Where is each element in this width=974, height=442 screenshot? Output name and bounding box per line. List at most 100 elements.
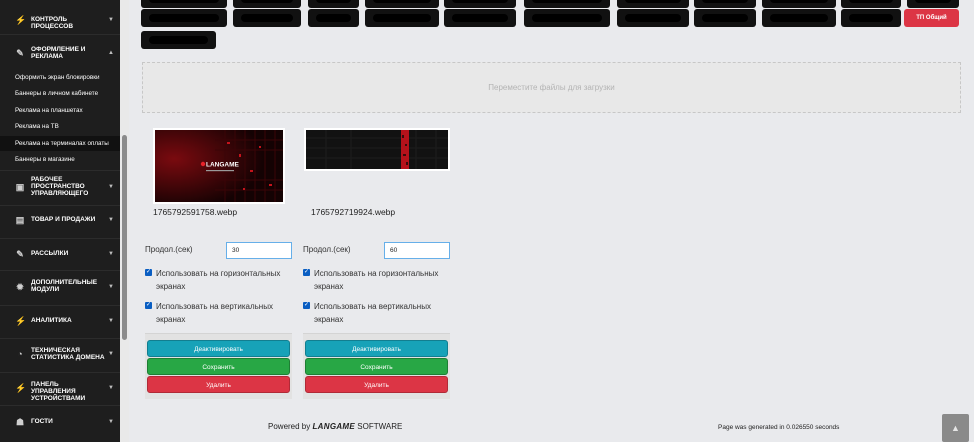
bolt-icon: ⚡ [15,316,27,326]
sidebar-item-guests[interactable]: ☗ Гости ▼ [0,415,120,429]
sidebar-item-label: Техническая статистика домена [31,347,105,361]
tag-button[interactable] [694,0,756,8]
sidebar-item-label: Товар и продажи [31,216,96,223]
app-window: ⚡ Контроль процессов ▼ ✎ Оформление и ре… [0,0,974,442]
sidebar: ⚡ Контроль процессов ▼ ✎ Оформление и ре… [0,0,120,442]
tag-button[interactable] [233,0,301,8]
file-dropzone[interactable]: Переместите файлы для загрузки [142,62,961,113]
duration-input[interactable]: 60 [384,242,450,259]
sidebar-item-goods-sales[interactable]: ▤ Товар и продажи ▼ [0,213,120,227]
sidebar-item-workspace[interactable]: ▣ Рабочее пространство управляющего ▼ [0,176,120,198]
chevron-down-icon: ▼ [108,318,114,324]
tag-button[interactable] [141,0,227,8]
chevron-down-icon: ▼ [108,17,114,23]
briefcase-icon: ▣ [15,182,25,192]
sidebar-item-label: Гости [31,418,53,425]
main-content: ТП Общий Переместите файлы для загрузки [129,0,974,442]
chevron-down-icon: ▼ [108,251,114,257]
banner-thumbnail [304,128,450,171]
divider [0,338,120,339]
sidebar-subitem-terminals[interactable]: Реклама на терминалах оплаты [0,136,120,151]
chevron-down-icon: ▼ [108,419,114,425]
tag-button[interactable] [524,0,610,8]
chevron-down-icon: ▼ [108,351,114,357]
delete-button[interactable]: Удалить [147,376,290,393]
sidebar-item-tech-stats[interactable]: ◔ Техническая статистика домена ▼ [0,346,120,362]
sidebar-item-label: Рассылки [31,250,69,257]
tag-button[interactable] [524,9,610,27]
gear-icon: ✹ [16,282,24,292]
tag-button[interactable] [762,9,836,27]
divider [0,238,120,239]
bolt-icon: ⚡ [15,15,27,25]
tag-button[interactable] [233,9,301,27]
deactivate-button[interactable]: Деактивировать [147,340,290,357]
banner-image [306,130,448,169]
sidebar-item-device-panel[interactable]: ⚡ Панель управления устройствами ▼ [0,380,120,402]
scroll-to-top-button[interactable]: ▲ [942,414,969,442]
sidebar-item-label: Рабочее пространство управляющего [31,176,89,197]
chevron-down-icon: ▼ [108,217,114,223]
tag-button[interactable] [617,0,689,8]
tag-button-active[interactable]: ТП Общий [904,9,959,27]
duration-label: Продол.(сек) [145,245,193,254]
sticky-note-icon: ▤ [15,215,25,225]
footer-powered-by: Powered by LANGAME SOFTWARE [268,422,402,432]
tag-button[interactable] [365,9,439,27]
tag-button[interactable] [365,0,439,8]
sidebar-subitem-tv[interactable]: Реклама на ТВ [0,119,120,134]
banner-image: LANGAME [155,130,283,202]
sidebar-item-process-control[interactable]: ⚡ Контроль процессов ▼ [0,13,120,30]
tag-button[interactable] [617,9,689,27]
footer-powered-prefix: Powered by [268,422,311,431]
tag-button[interactable] [694,9,756,27]
tag-button[interactable] [762,0,836,8]
sidebar-subitem-lockscreen[interactable]: Оформить экран блокировки [0,70,120,85]
sidebar-item-label: Оформление и реклама [31,46,86,60]
sidebar-item-design-ads[interactable]: ✎ Оформление и реклама ▲ [0,43,120,63]
divider [0,270,120,271]
sidebar-item-label: Контроль процессов [31,16,74,30]
duration-input[interactable]: 30 [226,242,292,259]
horizontal-checkbox[interactable]: ✓ [145,269,152,276]
sidebar-item-analytics[interactable]: ⚡ Аналитика ▼ [0,314,120,328]
divider [0,205,120,206]
divider [0,305,120,306]
tag-button[interactable] [444,9,516,27]
delete-button[interactable]: Удалить [305,376,448,393]
chevron-down-icon: ▼ [108,385,114,391]
scrollbar-thumb[interactable] [122,135,127,340]
sidebar-item-extra-modules[interactable]: ✹ Дополнительные модули ▼ [0,279,120,295]
tag-button[interactable] [308,0,359,8]
divider [0,405,120,406]
tag-button[interactable] [841,9,901,27]
tag-button[interactable] [841,0,901,8]
pie-chart-icon: ◔ [17,349,23,359]
vertical-checkbox-label: Использовать на вертикальных экранах [314,302,431,324]
vertical-checkbox[interactable]: ✓ [303,302,310,309]
tag-button[interactable] [444,0,516,8]
sidebar-scrollbar[interactable] [120,0,129,442]
edit-square-icon: ✎ [16,249,24,259]
deactivate-button[interactable]: Деактивировать [305,340,448,357]
tag-button[interactable] [308,9,359,27]
footer-brand-logo: LANGAME [312,422,356,431]
banner-thumbnail: LANGAME [153,128,285,204]
sidebar-subitem-shop-banners[interactable]: Баннеры в магазине [0,152,120,167]
sidebar-subitem-cabinet-banners[interactable]: Баннеры в личном кабинете [0,86,120,101]
sidebar-subitem-tablets[interactable]: Реклама на планшетах [0,103,120,118]
tag-button[interactable] [141,9,227,27]
banner-filename: 1765792591758.webp [153,207,238,217]
chevron-down-icon: ▼ [108,184,114,190]
save-button[interactable]: Сохранить [147,358,290,375]
chevron-down-icon: ▼ [108,284,114,290]
vertical-checkbox[interactable]: ✓ [145,302,152,309]
bolt-icon: ⚡ [15,383,27,393]
horizontal-checkbox[interactable]: ✓ [303,269,310,276]
save-button[interactable]: Сохранить [305,358,448,375]
edit-square-icon: ✎ [16,48,24,58]
tag-button[interactable] [141,31,216,49]
chevron-up-icon: ▲ [951,423,960,433]
sidebar-item-mailings[interactable]: ✎ Рассылки ▼ [0,247,120,261]
tag-button[interactable] [907,0,959,8]
